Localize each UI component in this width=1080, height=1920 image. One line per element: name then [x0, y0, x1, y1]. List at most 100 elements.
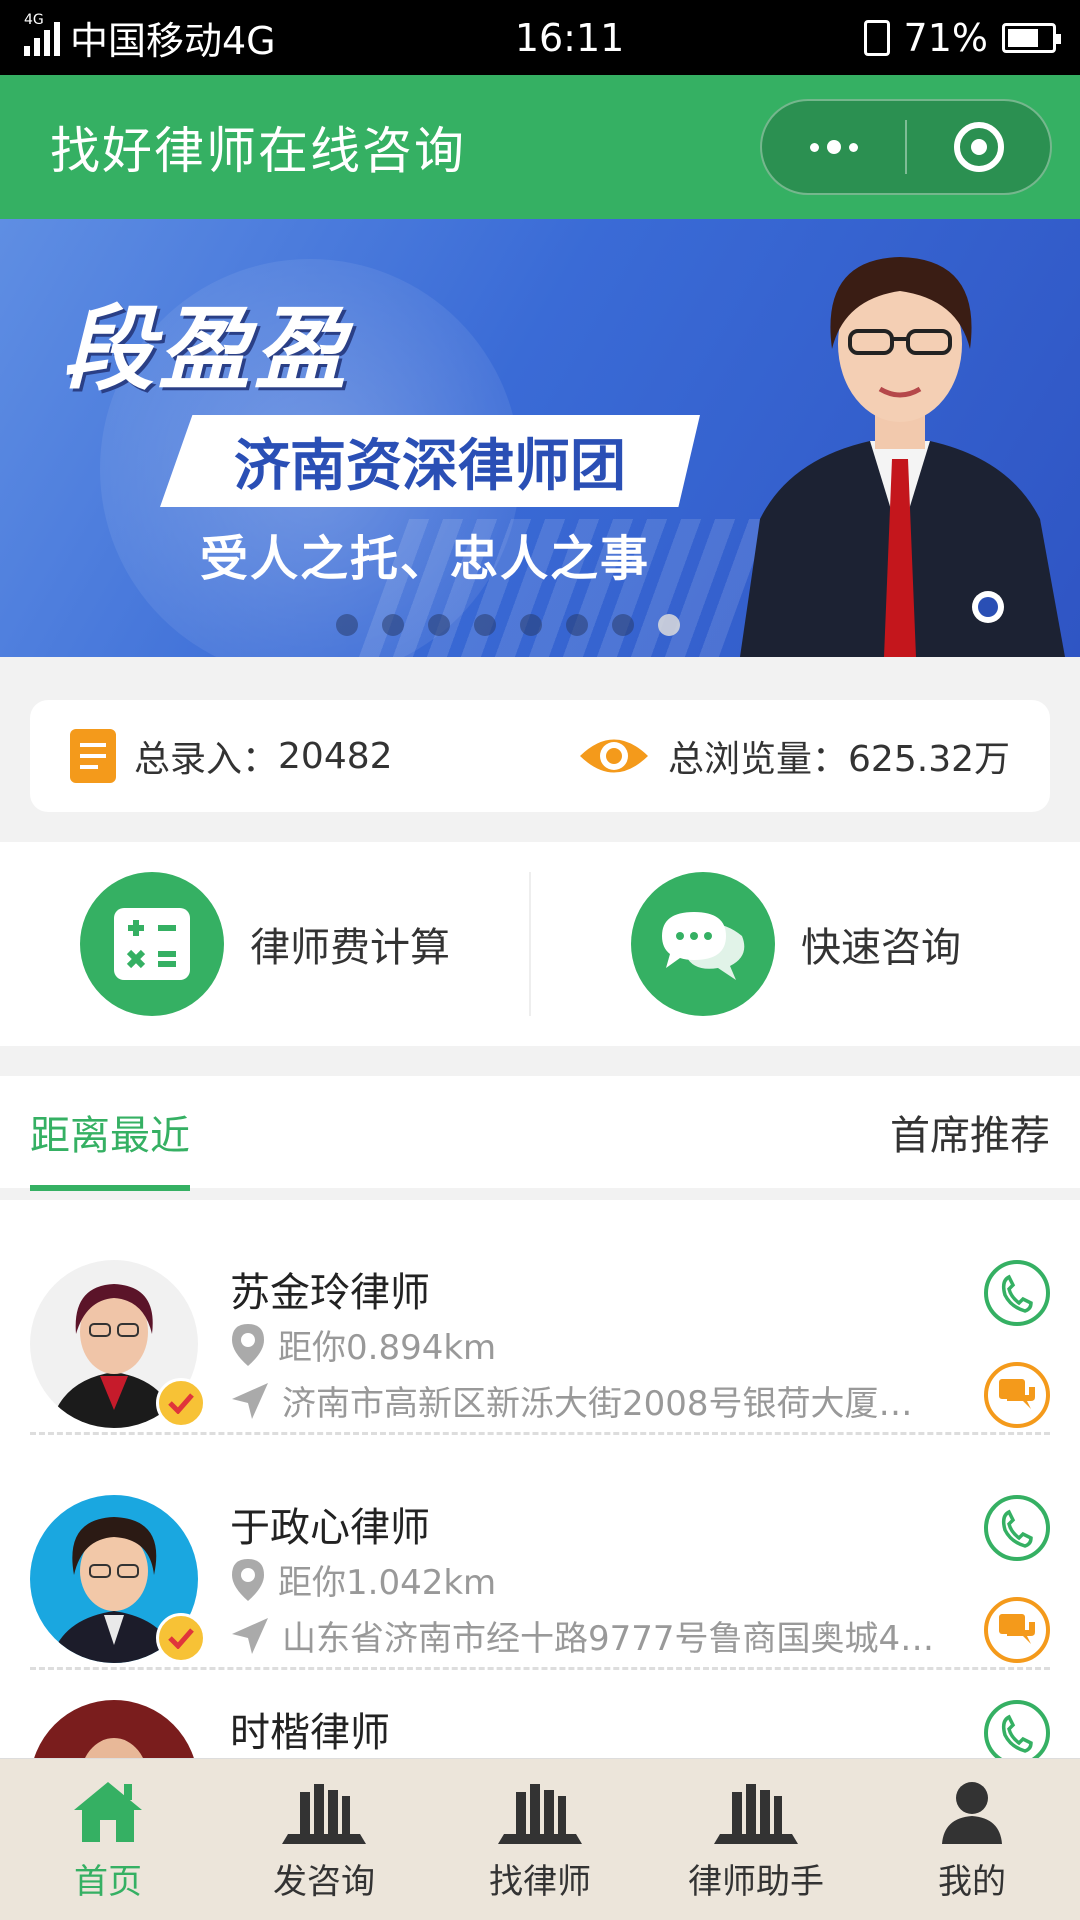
message-icon: [999, 1379, 1035, 1409]
tabbar-mine[interactable]: 我的: [864, 1759, 1080, 1920]
banner-lawyer-portrait: [740, 257, 1065, 657]
message-button[interactable]: [984, 1362, 1050, 1428]
carousel-dot[interactable]: [566, 614, 588, 636]
phone-icon: [1001, 1509, 1033, 1548]
more-button[interactable]: [762, 101, 905, 193]
phone-icon: [1001, 1274, 1033, 1313]
document-icon: [70, 729, 116, 783]
status-bar: 4G 中国移动4G 16:11 71%: [0, 0, 1080, 75]
tabbar-mine-label: 我的: [938, 1862, 1006, 1902]
lawyer-name: 苏金玲律师: [230, 1270, 430, 1316]
signal-icon: 4G: [24, 12, 60, 56]
lawyer-name: 于政心律师: [230, 1505, 430, 1551]
tabbar-home-label: 首页: [74, 1862, 142, 1902]
message-icon: [999, 1614, 1035, 1644]
quick-consult-label: 快速咨询: [801, 925, 961, 971]
carousel-dot[interactable]: [658, 614, 680, 636]
books-icon: [714, 1784, 798, 1844]
address-text: 山东省济南市经十路9777号鲁商国奥城4…: [282, 1619, 935, 1659]
entries-value: 20482: [278, 735, 393, 777]
lawyer-distance: 距你1.042km: [230, 1555, 496, 1604]
views-value: 625.32万: [848, 739, 1010, 780]
entries-stat: 总录入： 20482: [70, 729, 393, 783]
carousel-dot[interactable]: [520, 614, 542, 636]
lawyer-list-item[interactable]: 于政心律师 距你1.042km 山东省济南市经十路9777号鲁商国奥城4…: [30, 1435, 1050, 1670]
battery-icon: [1001, 22, 1061, 53]
quick-consult-button[interactable]: 快速咨询: [529, 872, 1080, 1016]
banner-carousel[interactable]: 段盈盈 济南资深律师团 受人之托、忠人之事: [0, 219, 1080, 657]
more-dots-icon: [809, 140, 858, 154]
views-label: 总浏览量：: [668, 739, 849, 780]
message-button[interactable]: [984, 1597, 1050, 1663]
tabbar-home[interactable]: 首页: [0, 1759, 216, 1920]
verified-badge-icon: [156, 1613, 206, 1663]
carousel-dot[interactable]: [612, 614, 634, 636]
tab-recommended[interactable]: 首席推荐: [890, 1103, 1050, 1161]
verified-badge-icon: [156, 1378, 206, 1428]
carousel-dot[interactable]: [382, 614, 404, 636]
chat-bubble-icon: [631, 872, 775, 1016]
bottom-tab-bar: 首页 发咨询 找律师 律师助手 我的: [0, 1758, 1080, 1920]
location-pin-icon: [232, 1558, 264, 1601]
phone-icon: [1001, 1714, 1033, 1753]
call-button[interactable]: [984, 1260, 1050, 1326]
clock: 16:11: [514, 15, 625, 60]
lawyer-list-item[interactable]: 时楷律师: [30, 1670, 1050, 1760]
banner-lawyer-name: 段盈盈: [62, 296, 351, 403]
carousel-pager: [336, 614, 680, 636]
tab-nearest[interactable]: 距离最近: [30, 1073, 190, 1191]
navbar: 找好律师在线咨询: [0, 75, 1080, 219]
books-icon: [498, 1784, 582, 1844]
battery-fill: [1007, 28, 1038, 47]
views-stat: 总浏览量： 625.32万: [578, 730, 1010, 782]
banner-ribbon: 济南资深律师团: [160, 415, 700, 507]
tabbar-assistant-label: 律师助手: [688, 1862, 824, 1902]
banner-subtitle: 济南资深律师团: [234, 433, 626, 499]
quick-actions: 律师费计算 快速咨询: [0, 842, 1080, 1046]
distance-text: 距你0.894km: [278, 1328, 497, 1368]
lawyer-address: 山东省济南市经十路9777号鲁商国奥城4…: [230, 1611, 970, 1660]
network-tag: 4G: [24, 11, 44, 28]
user-icon: [942, 1782, 1002, 1844]
call-button[interactable]: [984, 1495, 1050, 1561]
eye-icon: [580, 739, 649, 773]
calculator-icon: [80, 872, 224, 1016]
banner-slogan: 受人之托、忠人之事: [200, 531, 651, 587]
lawyer-distance: 距你0.894km: [230, 1320, 496, 1369]
navigation-arrow-icon: [232, 1382, 268, 1419]
entries-label: 总录入：: [134, 739, 279, 780]
address-text: 济南市高新区新泺大街2008号银荷大厦…: [282, 1384, 913, 1424]
location-pin-icon: [232, 1323, 264, 1366]
close-button[interactable]: [907, 101, 1050, 193]
lawyer-list: 苏金玲律师 距你0.894km 济南市高新区新泺大街2008号银荷大厦… 于政心…: [0, 1200, 1080, 1760]
books-icon: [282, 1784, 366, 1844]
tabbar-post-consult[interactable]: 发咨询: [216, 1759, 432, 1920]
lawyer-address: 济南市高新区新泺大街2008号银荷大厦…: [230, 1376, 970, 1425]
tabbar-find-label: 找律师: [489, 1862, 591, 1902]
mini-program-capsule: [760, 99, 1052, 195]
lawyer-tabs: 距离最近 首席推荐: [0, 1076, 1080, 1194]
battery-percent: 71%: [903, 15, 988, 60]
carousel-dot[interactable]: [474, 614, 496, 636]
home-icon: [74, 1782, 142, 1842]
lawyer-name: 时楷律师: [230, 1710, 390, 1756]
carousel-dot[interactable]: [428, 614, 450, 636]
stats-card: 总录入： 20482 总浏览量： 625.32万: [30, 700, 1050, 812]
page-title: 找好律师在线咨询: [50, 122, 466, 180]
call-button[interactable]: [984, 1700, 1050, 1760]
carousel-dot[interactable]: [336, 614, 358, 636]
fee-calculator-label: 律师费计算: [250, 925, 450, 971]
lawyer-list-item[interactable]: 苏金玲律师 距你0.894km 济南市高新区新泺大街2008号银荷大厦…: [30, 1200, 1050, 1435]
status-right: 71%: [863, 15, 1061, 60]
distance-text: 距你1.042km: [278, 1563, 497, 1603]
close-target-icon: [953, 122, 1004, 172]
tabbar-lawyer-assistant[interactable]: 律师助手: [648, 1759, 864, 1920]
status-left: 4G 中国移动4G: [24, 10, 276, 65]
tabbar-find-lawyer[interactable]: 找律师: [432, 1759, 648, 1920]
navigation-arrow-icon: [232, 1617, 268, 1654]
avatar: [30, 1700, 198, 1760]
carrier-label: 中国移动4G: [70, 19, 276, 63]
tabbar-post-label: 发咨询: [273, 1862, 375, 1902]
fee-calculator-button[interactable]: 律师费计算: [0, 842, 529, 1046]
vibrate-icon: [863, 19, 890, 56]
